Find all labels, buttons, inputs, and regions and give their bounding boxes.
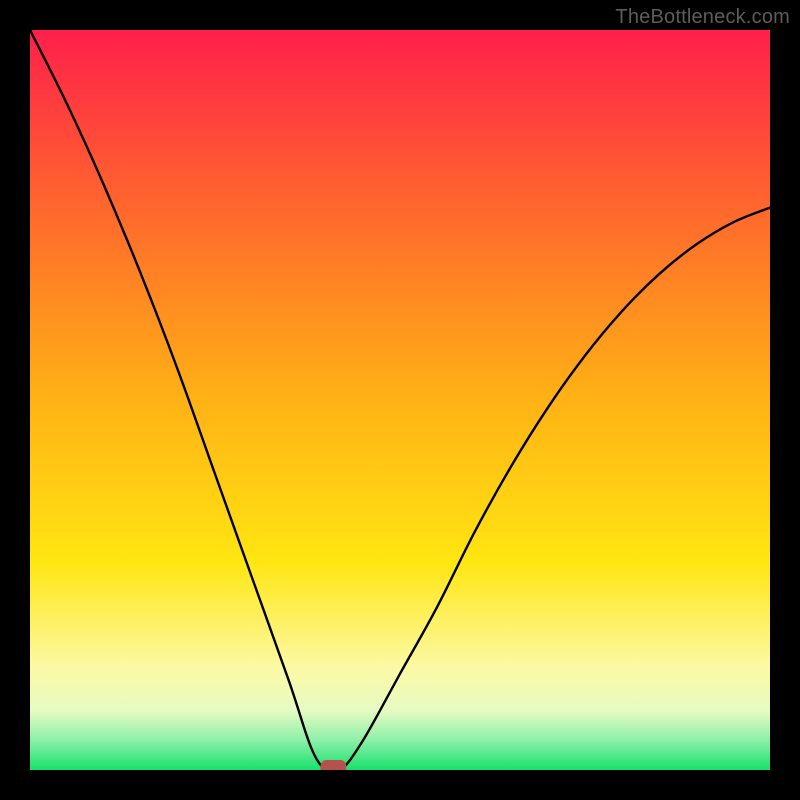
watermark-text: TheBottleneck.com xyxy=(615,6,790,29)
gradient-background xyxy=(30,30,770,770)
chart-svg xyxy=(30,30,770,770)
chart-frame: TheBottleneck.com xyxy=(0,0,800,800)
optimal-marker xyxy=(320,760,346,770)
plot-area xyxy=(30,30,770,770)
